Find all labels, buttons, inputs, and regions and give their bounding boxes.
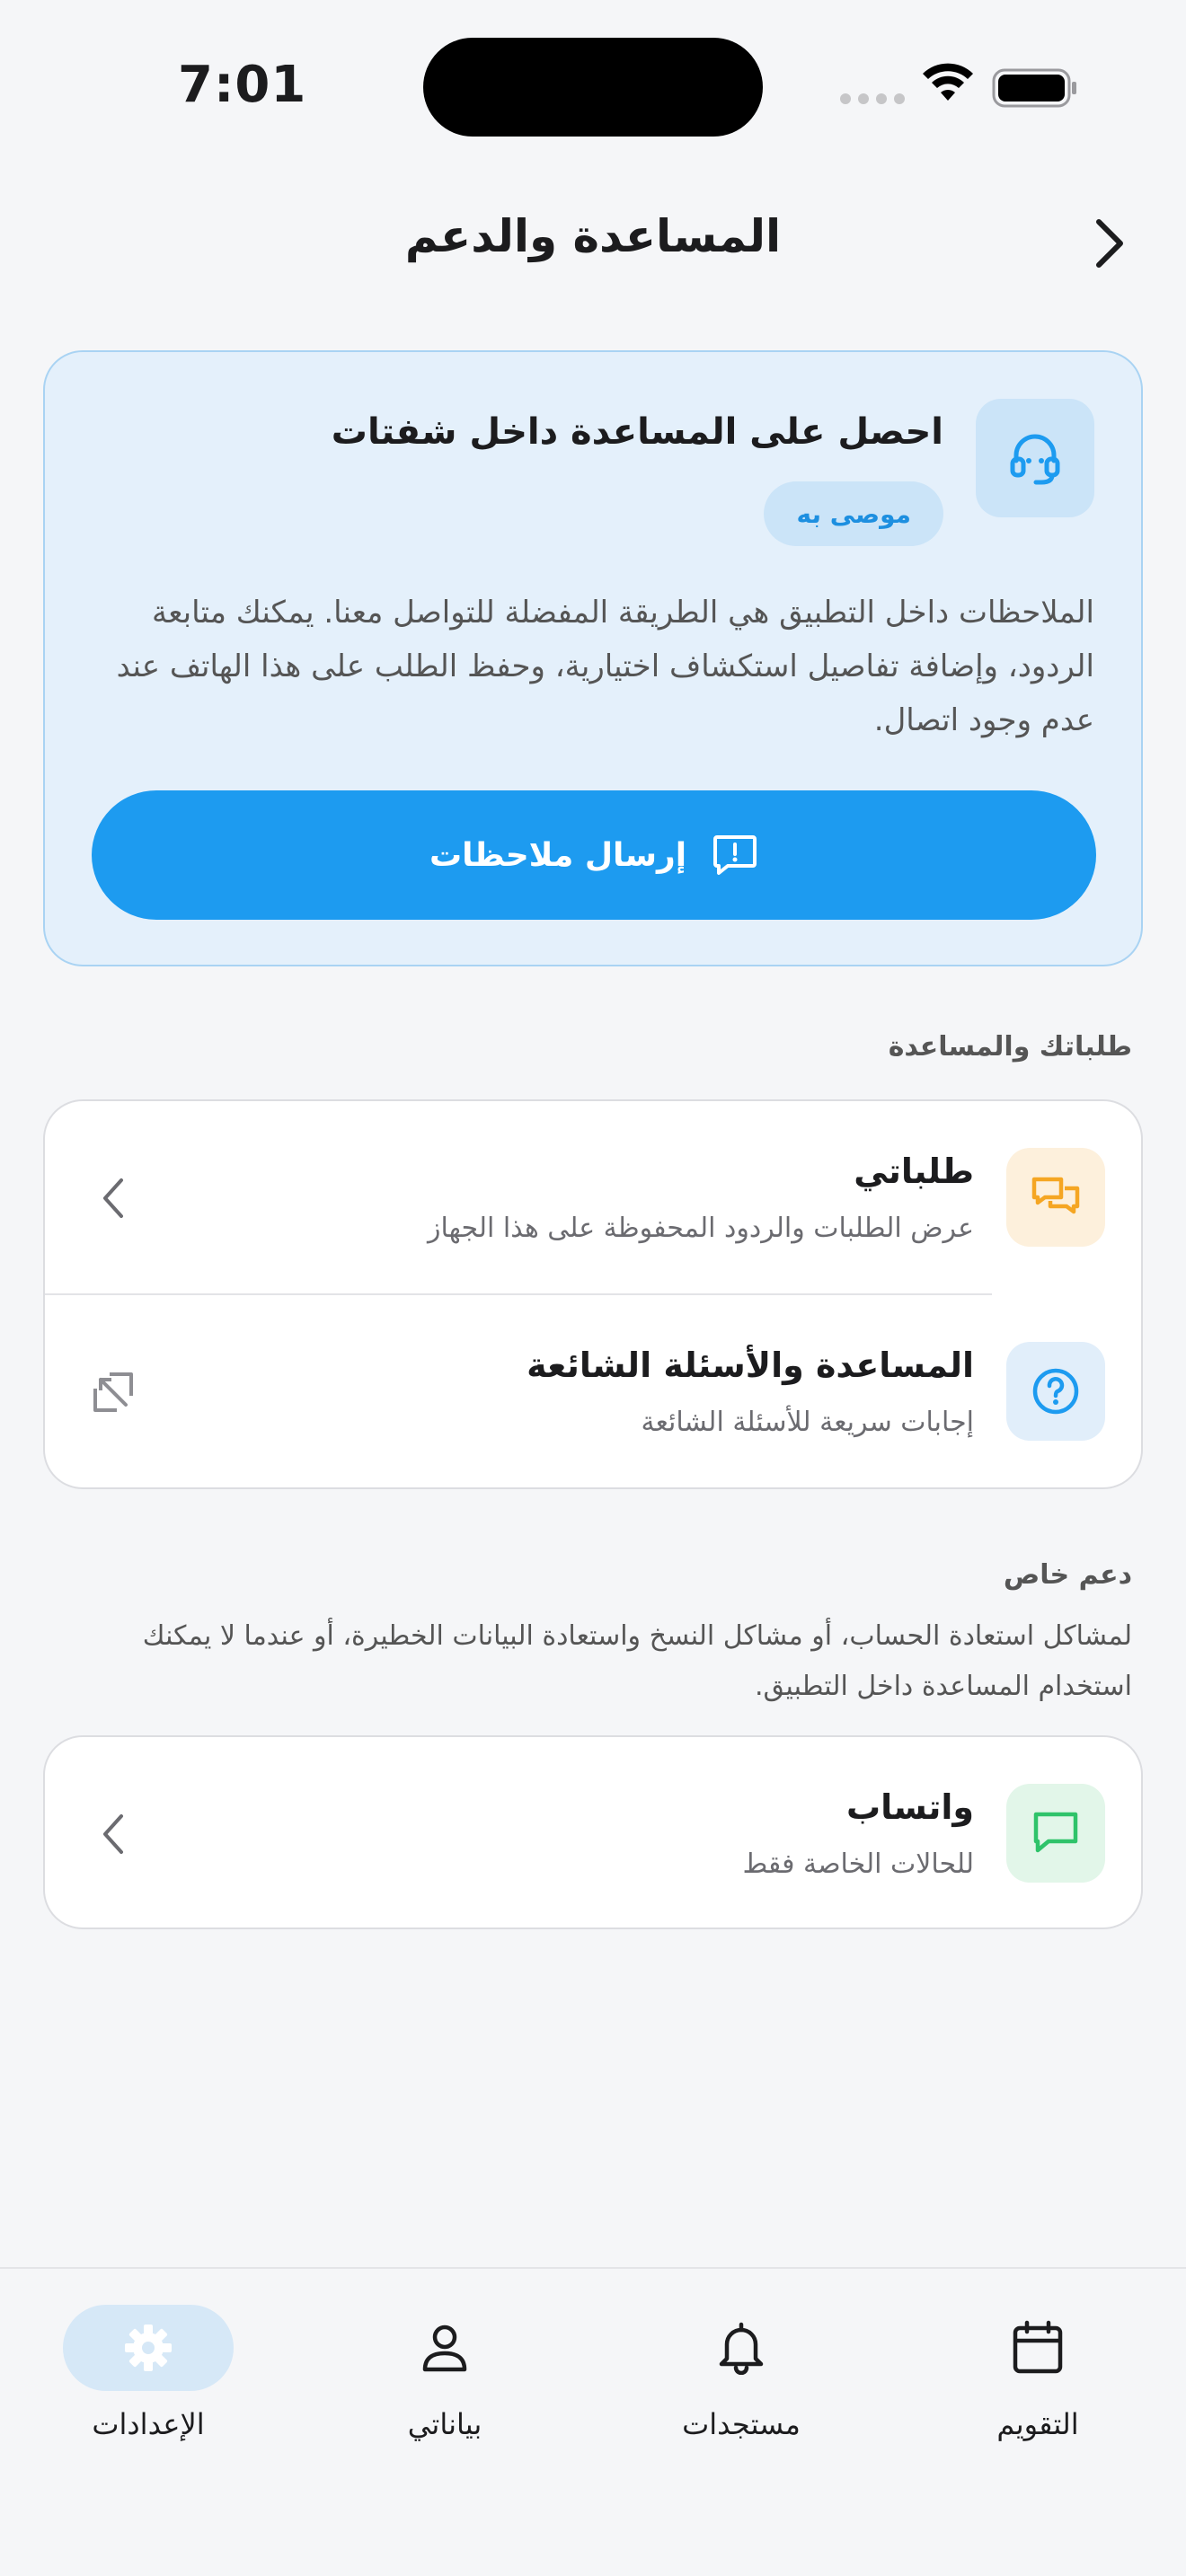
my-requests-row[interactable]: طلباتي عرض الطلبات والردود المحفوظة على …: [45, 1101, 1141, 1295]
chevron-left-icon: [81, 1802, 146, 1866]
row-subtitle: إجابات سريعة للأسئلة الشائعة: [641, 1407, 975, 1438]
requests-section-label: طلباتك والمساعدة: [888, 1031, 1132, 1063]
person-icon: [359, 2305, 530, 2391]
tab-label: التقويم: [996, 2407, 1079, 2441]
dynamic-island: [423, 38, 763, 137]
tab-calendar[interactable]: التقويم: [934, 2305, 1141, 2466]
external-link-icon: [81, 1360, 146, 1425]
back-button[interactable]: [1078, 212, 1141, 275]
status-time: 7:01: [178, 56, 307, 114]
chevron-left-icon: [81, 1166, 146, 1231]
question-circle-icon: [1006, 1342, 1105, 1441]
tab-label: مستجدات: [682, 2407, 801, 2441]
screen: 7:01 المساعدة والدعم احصل على المساعدة د…: [0, 0, 1186, 2576]
tab-label: الإعدادات: [92, 2407, 205, 2441]
tab-label: بياناتي: [407, 2407, 482, 2441]
tab-bar: الإعدادات بياناتي مستجدات التقويم: [0, 2267, 1186, 2576]
tab-my-data[interactable]: بياناتي: [341, 2305, 548, 2466]
row-title: طلباتي: [854, 1151, 974, 1191]
requests-card: طلباتي عرض الطلبات والردود المحفوظة على …: [43, 1099, 1143, 1489]
nav-header: المساعدة والدعم: [0, 180, 1186, 305]
row-title: واتساب: [845, 1787, 974, 1827]
headset-icon: [976, 399, 1094, 517]
message-icon: [1006, 1784, 1105, 1883]
row-title: المساعدة والأسئلة الشائعة: [527, 1345, 974, 1385]
recommended-badge: موصى به: [764, 481, 943, 546]
send-feedback-button[interactable]: إرسال ملاحظات: [92, 790, 1096, 920]
tab-settings[interactable]: الإعدادات: [45, 2305, 252, 2466]
whatsapp-row[interactable]: واتساب للحالات الخاصة فقط: [45, 1737, 1141, 1928]
hero-description: الملاحظات داخل التطبيق هي الطريقة المفضل…: [116, 595, 1094, 738]
wifi-icon: [923, 63, 973, 101]
feedback-icon: [713, 835, 757, 875]
chat-bubbles-icon: [1006, 1148, 1105, 1247]
row-subtitle: للحالات الخاصة فقط: [742, 1848, 974, 1880]
battery-icon: [992, 68, 1076, 108]
tab-updates[interactable]: مستجدات: [638, 2305, 845, 2466]
special-support-description: لمشاكل استعادة الحساب، أو مشاكل النسخ وا…: [142, 1620, 1132, 1702]
special-support-card: واتساب للحالات الخاصة فقط: [43, 1735, 1143, 1929]
chevron-right-icon: [1096, 219, 1123, 268]
page-title: المساعدة والدعم: [404, 210, 782, 262]
help-faq-row[interactable]: المساعدة والأسئلة الشائعة إجابات سريعة ل…: [45, 1295, 1141, 1487]
cellular-signal-icon: [840, 93, 905, 104]
calendar-icon: [952, 2305, 1123, 2391]
gear-icon: [63, 2305, 234, 2391]
special-support-label: دعم خاص: [1003, 1559, 1132, 1591]
in-app-help-card: احصل على المساعدة داخل شفتات موصى به الم…: [43, 350, 1143, 966]
status-bar: 7:01: [0, 0, 1186, 171]
hero-title: احصل على المساعدة داخل شفتات: [331, 411, 943, 453]
send-feedback-label: إرسال ملاحظات: [429, 836, 687, 874]
row-subtitle: عرض الطلبات والردود المحفوظة على هذا الج…: [428, 1213, 974, 1244]
bell-icon: [656, 2305, 827, 2391]
